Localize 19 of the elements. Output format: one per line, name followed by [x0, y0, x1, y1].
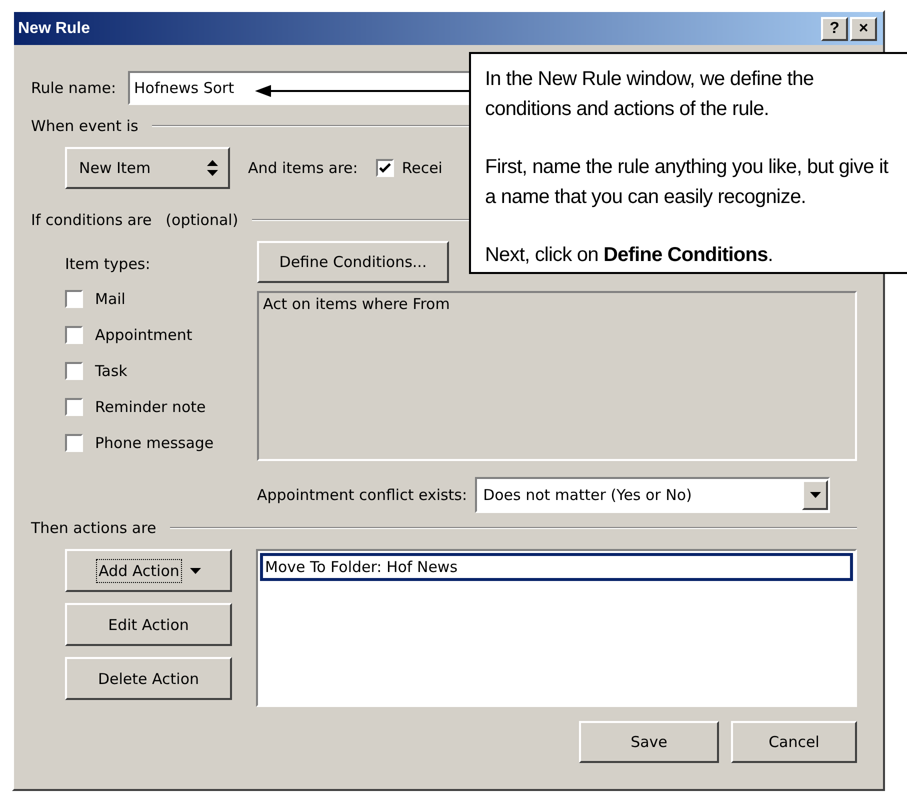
field-label: Rule name:: [31, 79, 116, 97]
callout-text: First, name the rule anything you like, but give it a name that you can easily recognize.: [485, 155, 890, 210]
item-types-label: Item types:: [65, 255, 152, 273]
section-heading: When event is: [31, 117, 138, 135]
checkbox-label: Reminder note: [95, 398, 206, 416]
callout-text: In the New Rule window, we define the conditions and actions of the rule.: [485, 67, 815, 122]
optional-note: (optional): [166, 211, 238, 229]
checkbox-label: Mail: [95, 290, 126, 308]
checkbox-label: Task: [95, 362, 128, 380]
section-heading: If conditions are: [31, 211, 152, 229]
checkbox-label: Phone message: [95, 434, 214, 452]
field-label: Appointment conflict exists:: [257, 486, 468, 504]
section-heading: Then actions are: [31, 519, 156, 537]
field-label: And items are:: [248, 159, 358, 177]
checkbox-label: Recei: [402, 159, 442, 177]
callout-text: Next, click on Define Conditions.: [485, 243, 774, 268]
window-title: New Rule: [18, 20, 90, 38]
checkbox-label: Appointment: [95, 326, 192, 344]
conditions-text: Act on items where From: [263, 295, 450, 313]
